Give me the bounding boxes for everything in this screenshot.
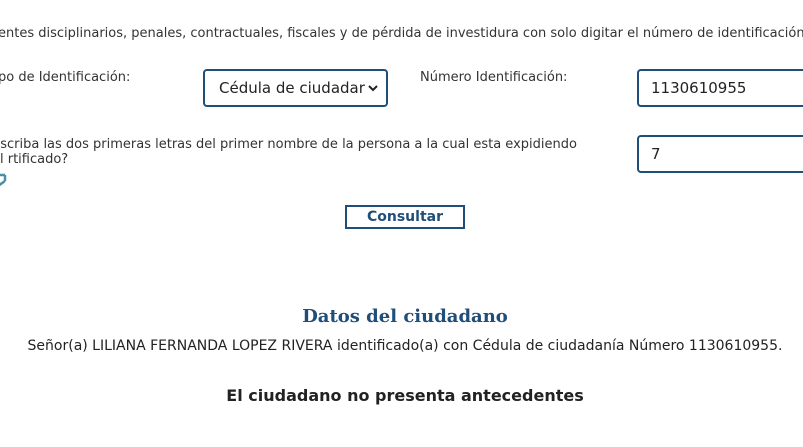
numero-identificacion-input[interactable]: 1130610955	[637, 69, 803, 107]
consultar-button[interactable]: Consultar	[345, 205, 465, 229]
citizen-info-text: Señor(a) LILIANA FERNANDA LOPEZ RIVERA i…	[27, 338, 783, 354]
tipo-identificacion-select[interactable]: Cédula de ciudadar	[203, 69, 388, 107]
security-answer-value: 7	[651, 145, 661, 163]
numero-identificacion-value: 1130610955	[651, 79, 747, 97]
tipo-identificacion-value: Cédula de ciudadar	[219, 79, 365, 97]
security-answer-input[interactable]: 7	[637, 135, 803, 173]
refresh-icon[interactable]	[0, 172, 8, 188]
chevron-down-icon	[368, 85, 378, 92]
intro-text: entes disciplinarios, penales, contractu…	[0, 26, 803, 41]
numero-identificacion-label: Número Identificación:	[420, 70, 568, 85]
security-question-label: Escriba las dos primeras letras del prim…	[0, 137, 577, 167]
results-title: Datos del ciudadano	[302, 306, 508, 327]
tipo-identificacion-label: po de Identificación:	[0, 70, 131, 85]
result-status-text: El ciudadano no presenta antecedentes	[226, 386, 584, 405]
